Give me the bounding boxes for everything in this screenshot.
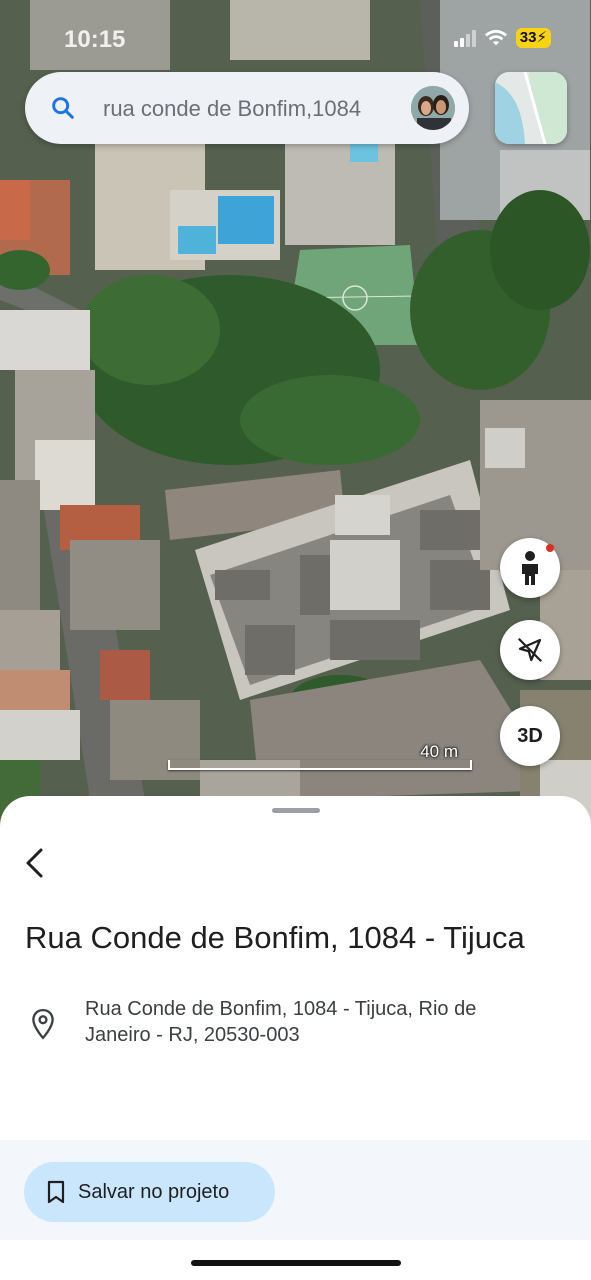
avatar-photo [411, 86, 455, 130]
three-d-label: 3D [517, 724, 543, 747]
battery-indicator: 33⚡ [515, 28, 551, 48]
map-layers-button[interactable] [495, 72, 567, 144]
place-details-sheet: Rua Conde de Bonfim, 1084 - Tijuca Rua C… [0, 796, 591, 1280]
save-to-project-button[interactable]: Salvar no projeto [24, 1162, 275, 1222]
map-scale: 40 m [168, 742, 472, 772]
search-input[interactable]: rua conde de Bonfim,1084 [103, 96, 415, 122]
place-title: Rua Conde de Bonfim, 1084 - Tijuca [25, 920, 525, 955]
street-view-button[interactable] [500, 538, 560, 598]
scale-label: 40 m [420, 742, 458, 761]
three-d-toggle-button[interactable]: 3D [500, 706, 560, 766]
location-pin-icon [32, 1008, 54, 1040]
pegman-icon [522, 551, 538, 585]
scale-bar [168, 760, 472, 770]
compass-button[interactable] [500, 620, 560, 680]
battery-level: 33 [519, 29, 537, 46]
map-type-thumbnail [495, 72, 567, 144]
sheet-drag-handle[interactable] [272, 808, 320, 813]
charging-bolt-icon: ⚡ [536, 29, 547, 46]
status-time: 10:15 [64, 26, 126, 53]
action-bar: Salvar no projeto [0, 1140, 591, 1240]
notification-dot [546, 544, 554, 552]
home-indicator[interactable] [191, 1260, 401, 1266]
address-text: Rua Conde de Bonfim, 1084 - Tijuca, Rio … [85, 998, 477, 1046]
wifi-icon [484, 29, 507, 46]
location-off-icon [517, 637, 543, 663]
cellular-signal-icon [453, 29, 476, 47]
back-arrow-icon[interactable] [20, 846, 54, 880]
search-bar[interactable]: rua conde de Bonfim,1084 [25, 72, 469, 144]
status-bar: 10:15 33⚡ [0, 22, 591, 58]
save-to-project-label: Salvar no projeto [78, 1180, 230, 1203]
account-avatar[interactable] [411, 86, 455, 130]
bookmark-icon [47, 1180, 65, 1204]
satellite-map[interactable]: 10:15 33⚡ rua conde de Bonfim,1084 3D 40… [0, 0, 591, 830]
search-icon[interactable] [49, 94, 77, 122]
status-icons: 33⚡ [453, 28, 551, 48]
